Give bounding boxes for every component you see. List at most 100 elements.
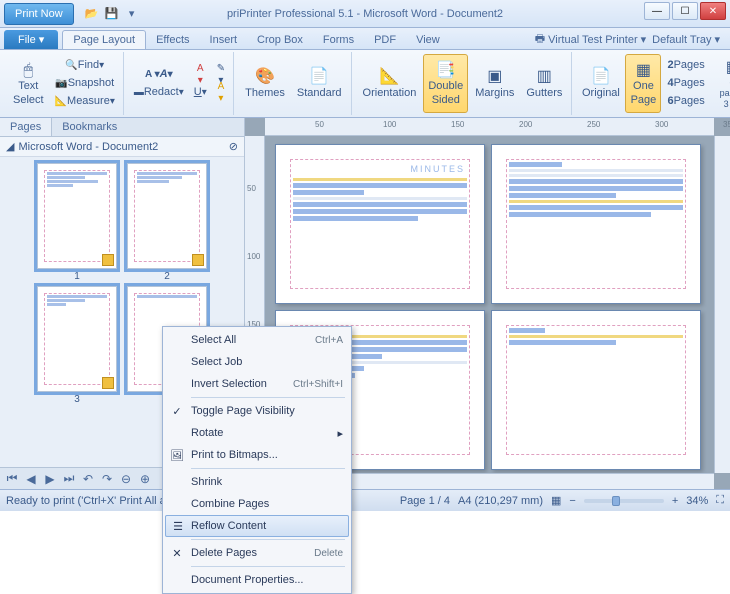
context-menu-item[interactable]: Select Job xyxy=(165,351,349,373)
underline-button[interactable]: U ▾ xyxy=(190,84,211,102)
printer-selector[interactable]: 🖶 Virtual Test Printer ▾ xyxy=(535,30,646,49)
context-menu-item[interactable]: Combine Pages xyxy=(165,493,349,515)
next-page-icon[interactable]: ▶ xyxy=(42,471,58,487)
zoom-in-icon[interactable]: ⊕ xyxy=(137,471,153,487)
quick-access-toolbar: 📂 💾 ▾ xyxy=(84,6,140,22)
find-button[interactable]: 🔍 Find ▾ xyxy=(51,57,119,75)
tab-view[interactable]: View xyxy=(406,31,450,49)
context-menu-item[interactable]: 🖼Print to Bitmaps... xyxy=(165,444,349,466)
first-page-icon[interactable]: ⏮ xyxy=(4,471,20,487)
thumb-label-2: 2 xyxy=(164,271,170,282)
context-menu-item[interactable]: Document Properties... xyxy=(165,569,349,591)
cursor-icon: 🖱 xyxy=(18,60,38,80)
pages-2-button[interactable]: 2 Pages xyxy=(663,57,708,75)
pages-6-button[interactable]: 6 Pages xyxy=(663,93,708,111)
minimize-button[interactable]: — xyxy=(644,2,670,20)
themes-button[interactable]: 🎨Themes xyxy=(240,54,290,113)
close-doc-icon[interactable]: ⊘ xyxy=(229,140,238,153)
file-menu[interactable]: File ▾ xyxy=(4,30,58,49)
orientation-icon: 📐 xyxy=(379,67,399,87)
redact-button[interactable]: ▬ Redact ▾ xyxy=(130,84,188,102)
context-menu-item[interactable]: ✓Toggle Page Visibility xyxy=(165,400,349,422)
one-page-button[interactable]: ▦One Page xyxy=(625,54,661,113)
zoom-minus-icon[interactable]: − xyxy=(569,495,575,507)
vertical-scrollbar[interactable] xyxy=(714,136,730,473)
sidebar-tab-bookmarks[interactable]: Bookmarks xyxy=(52,118,127,136)
document-tree-header[interactable]: ◢ Microsoft Word - Document2 ⊘ xyxy=(0,137,244,157)
tab-forms[interactable]: Forms xyxy=(313,31,364,49)
context-menu-item[interactable]: Rotate▸ xyxy=(165,422,349,444)
open-icon[interactable]: 📂 xyxy=(84,6,100,22)
tab-pdf[interactable]: PDF xyxy=(364,31,406,49)
thumb-label-1: 1 xyxy=(74,271,80,282)
double-sided-icon: 📑 xyxy=(436,60,456,80)
save-icon[interactable]: 💾 xyxy=(104,6,120,22)
tab-page-layout[interactable]: Page Layout xyxy=(62,30,146,49)
snapshot-button[interactable]: 📷 Snapshot xyxy=(51,75,119,93)
rotate-right-icon[interactable]: ↷ xyxy=(99,471,115,487)
original-button[interactable]: 📄Original xyxy=(578,54,623,113)
fit-icon[interactable]: ⛶ xyxy=(716,494,724,507)
view-mode-icon[interactable]: ▦ xyxy=(551,494,561,507)
one-page-icon: ▦ xyxy=(633,60,653,80)
tab-crop-box[interactable]: Crop Box xyxy=(247,31,313,49)
context-menu-item[interactable]: ☰Reflow Content xyxy=(165,515,349,537)
zoom-out-icon[interactable]: ⊖ xyxy=(118,471,134,487)
thumbnail-2[interactable] xyxy=(127,163,207,269)
sidebar-tab-pages[interactable]: Pages xyxy=(0,118,52,136)
maximize-button[interactable]: ☐ xyxy=(672,2,698,20)
rotate-left-icon[interactable]: ↶ xyxy=(80,471,96,487)
context-menu-item[interactable]: Shrink xyxy=(165,471,349,493)
tab-insert[interactable]: Insert xyxy=(200,31,248,49)
status-size: A4 (210,297 mm) xyxy=(458,495,543,507)
context-menu-item[interactable]: Select AllCtrl+A xyxy=(165,329,349,351)
font-style-row[interactable]: A ▾ A ▾ xyxy=(130,66,188,84)
double-sided-button[interactable]: 📑Double Sided xyxy=(423,54,468,113)
page-icon: 📄 xyxy=(309,67,329,87)
tray-selector[interactable]: Default Tray ▾ xyxy=(652,33,720,46)
zoom-plus-icon[interactable]: + xyxy=(672,495,678,507)
gutters-button[interactable]: ▥Gutters xyxy=(521,54,567,113)
zoom-slider[interactable] xyxy=(584,499,664,503)
original-icon: 📄 xyxy=(591,67,611,87)
tab-effects[interactable]: Effects xyxy=(146,31,199,49)
preview-page-2[interactable] xyxy=(491,144,701,304)
standard-button[interactable]: 📄Standard xyxy=(292,54,347,113)
themes-icon: 🎨 xyxy=(255,67,275,87)
context-menu-item[interactable]: Invert SelectionCtrl+Shift+I xyxy=(165,373,349,395)
close-button[interactable]: ✕ xyxy=(700,2,726,20)
titlebar: Print Now 📂 💾 ▾ priPrinter Professional … xyxy=(0,0,730,28)
thumbnail-3[interactable] xyxy=(37,286,117,392)
horizontal-ruler: 50 100 150 200 250 300 350 xyxy=(265,118,714,136)
status-bar: Ready to print ('Ctrl+X' Print All and c… xyxy=(0,489,730,511)
thumbnail-1[interactable] xyxy=(37,163,117,269)
status-page: Page 1 / 4 xyxy=(400,495,450,507)
window-controls: — ☐ ✕ xyxy=(644,2,726,20)
window-title: priPrinter Professional 5.1 - Microsoft … xyxy=(227,8,503,20)
gutters-icon: ▥ xyxy=(534,67,554,87)
grid-icon: ▦ xyxy=(723,57,730,77)
context-menu-item[interactable]: ✕Delete PagesDelete xyxy=(165,542,349,564)
margins-button[interactable]: ▣Margins xyxy=(470,54,519,113)
preview-page-4[interactable] xyxy=(491,310,701,470)
print-now-button[interactable]: Print Now xyxy=(4,3,74,25)
prev-page-icon[interactable]: ◀ xyxy=(23,471,39,487)
ribbon-tab-strip: File ▾ Page Layout Effects Insert Crop B… xyxy=(0,28,730,50)
thumb-label-3: 3 xyxy=(74,394,80,405)
context-menu: Select AllCtrl+ASelect JobInvert Selecti… xyxy=(162,326,352,594)
pages-6-custom-button[interactable]: ▦(6 pages) 3 x 2 xyxy=(711,54,730,113)
ribbon-panel: 🖱Text Select 🔍 Find ▾ 📷 Snapshot 📐 Measu… xyxy=(0,50,730,118)
orientation-button[interactable]: 📐Orientation xyxy=(358,54,422,113)
margins-icon: ▣ xyxy=(485,67,505,87)
measure-button[interactable]: 📐 Measure ▾ xyxy=(51,93,119,111)
minutes-heading: MINUTES xyxy=(295,164,465,174)
fill-button[interactable]: A ▾ xyxy=(213,84,229,102)
preview-page-1[interactable]: MINUTES xyxy=(275,144,485,304)
qat-dropdown-icon[interactable]: ▾ xyxy=(124,6,140,22)
zoom-level[interactable]: 34% xyxy=(686,495,708,507)
text-select-button[interactable]: 🖱Text Select xyxy=(8,54,49,113)
collapse-icon: ◢ xyxy=(6,140,14,153)
highlight-button[interactable]: A ▾ xyxy=(190,66,211,84)
last-page-icon[interactable]: ⏭ xyxy=(61,471,77,487)
pages-4-button[interactable]: 4 Pages xyxy=(663,75,708,93)
